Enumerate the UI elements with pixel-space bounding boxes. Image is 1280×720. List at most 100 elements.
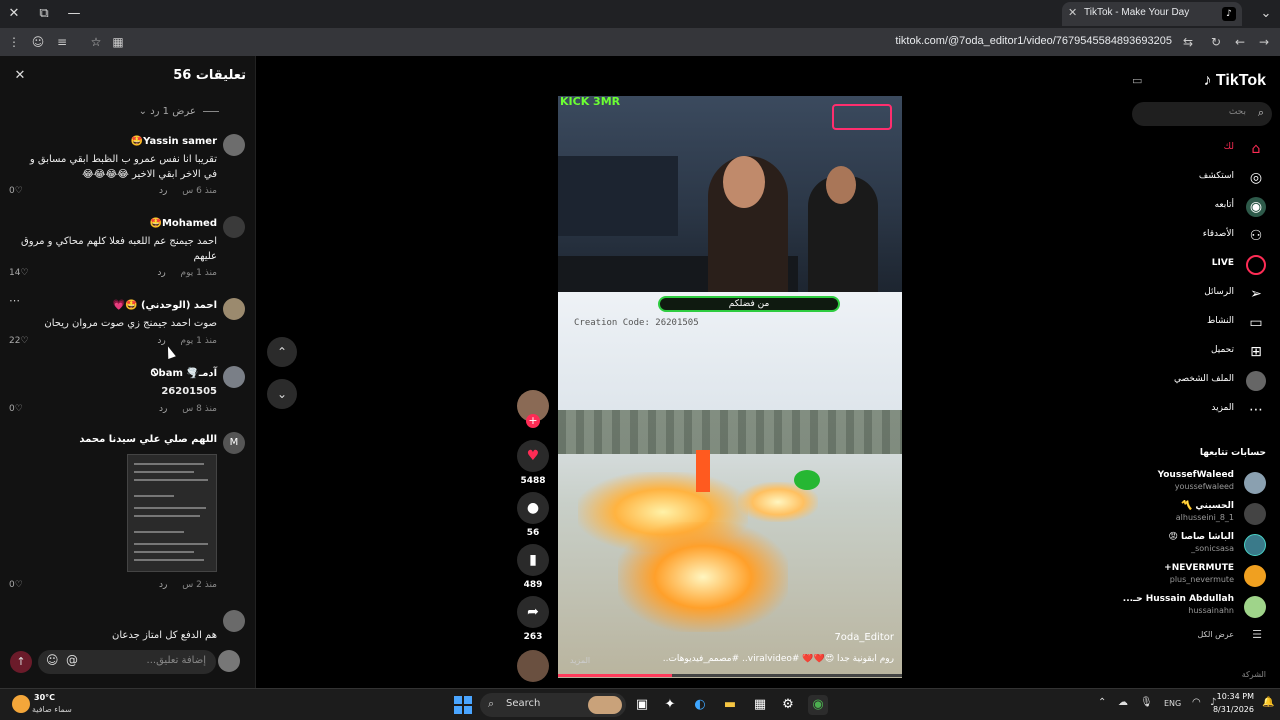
following-account[interactable]: Hussain Abdullah حـ... hussainahn: [1123, 594, 1280, 622]
following-account[interactable]: الباشا صاصا 😡 _sonicsasa: [1124, 532, 1280, 560]
nav-friends[interactable]: الأصدقاء ⚇: [1124, 223, 1280, 249]
comment-username[interactable]: اللهم صلي علي سيدنا محمد: [79, 434, 217, 445]
clock-time[interactable]: 10:34 PM: [1217, 692, 1254, 701]
search-input[interactable]: بحث ⌕: [1132, 102, 1272, 126]
nav-messages[interactable]: الرسائل ➢: [1124, 281, 1280, 307]
reply-button[interactable]: رد: [159, 404, 167, 414]
comment-like-button[interactable]: 14♡: [9, 268, 29, 278]
weather-temperature[interactable]: 30°C: [34, 693, 55, 702]
copilot-icon[interactable]: ✦: [660, 695, 680, 715]
avatar[interactable]: [223, 610, 245, 632]
bookmark-star-icon[interactable]: ☆: [86, 32, 106, 52]
creator-avatar-button[interactable]: +: [514, 390, 552, 428]
reply-button[interactable]: رد: [159, 186, 167, 196]
avatar[interactable]: M: [223, 432, 245, 454]
url-field[interactable]: tiktok.com/@7oda_editor1/video/767954558…: [895, 35, 1172, 47]
like-button[interactable]: ♥ 5488: [514, 440, 552, 486]
tab-search-icon[interactable]: ⧉: [34, 4, 54, 24]
menu-dots-icon[interactable]: ⋮: [4, 32, 24, 52]
comment-username[interactable]: Mohamed🤩: [149, 218, 217, 229]
tiktok-logo[interactable]: ♪ TikTok: [1203, 72, 1266, 90]
nav-following[interactable]: أتابعه ◉: [1124, 194, 1280, 220]
see-all-link[interactable]: عرض الكل: [1197, 630, 1234, 639]
video-author[interactable]: 7oda_Editor: [834, 632, 894, 643]
nav-for-you[interactable]: لك ⌂: [1124, 136, 1280, 162]
previous-video-button[interactable]: ⌃: [267, 337, 297, 367]
edge-icon[interactable]: ◐: [690, 695, 710, 715]
reading-list-icon[interactable]: ≡: [52, 32, 72, 52]
company-link[interactable]: الشركة: [1242, 670, 1266, 679]
caption-more-link[interactable]: المزيد: [570, 656, 590, 665]
more-options-icon[interactable]: ⋯: [9, 294, 20, 307]
reply-button[interactable]: رد: [159, 580, 167, 590]
show-replies-link[interactable]: عرض 1 رد ⌄: [139, 106, 219, 117]
video-player[interactable]: KICK 3MR من فضلكم Creation Code: 2620150…: [558, 96, 902, 678]
nav-activity[interactable]: النشاط ▭: [1124, 310, 1280, 336]
clock-date[interactable]: 8/31/2026: [1213, 705, 1254, 714]
following-account[interactable]: YoussefWaleed youssefwaleed: [1124, 470, 1280, 498]
close-icon[interactable]: ✕: [12, 68, 28, 84]
comment-like-button[interactable]: 0♡: [9, 404, 23, 414]
share-button[interactable]: ➦ 263: [514, 596, 552, 642]
send-comment-button[interactable]: ↑: [10, 651, 32, 673]
avatar[interactable]: [223, 366, 245, 388]
close-tab-icon[interactable]: ✕: [1068, 6, 1077, 19]
comment-like-button[interactable]: 0♡: [9, 186, 23, 196]
comment-username[interactable]: احمد (الوحدني) 🤩💗: [113, 300, 217, 311]
reload-icon[interactable]: ↻: [1206, 32, 1226, 52]
search-icon[interactable]: ⌕: [1258, 106, 1264, 120]
avatar[interactable]: [223, 134, 245, 156]
following-account[interactable]: الحسيني 〽️ alhusseini_8_1: [1124, 501, 1280, 529]
notification-bell-icon[interactable]: 🔔: [1262, 697, 1274, 708]
avatar[interactable]: [223, 298, 245, 320]
sound-disc-button[interactable]: [514, 650, 552, 682]
follow-plus-icon[interactable]: +: [526, 414, 540, 428]
nav-upload[interactable]: تحميل ⊞: [1124, 339, 1280, 365]
comment-username[interactable]: آدمـ🌪️ Ꮻbam: [151, 368, 217, 379]
weather-description[interactable]: سماء صافية: [32, 705, 72, 714]
save-button[interactable]: ▮ 489: [514, 544, 552, 590]
account-icon[interactable]: ☺: [28, 32, 48, 52]
weather-sun-icon[interactable]: [12, 695, 30, 713]
cloud-icon[interactable]: ☁: [1118, 697, 1128, 708]
comment-input[interactable]: ☺ @ إضافة تعليق...: [38, 650, 216, 674]
site-settings-icon[interactable]: ⇆: [1178, 32, 1198, 52]
forward-icon[interactable]: ←: [1230, 32, 1250, 52]
file-explorer-icon[interactable]: ▬: [720, 695, 740, 715]
nav-profile[interactable]: الملف الشخصي: [1124, 368, 1280, 394]
mention-icon[interactable]: @: [66, 653, 78, 667]
minimize-icon[interactable]: —: [64, 4, 84, 24]
tab-tiktok[interactable]: ✕ TikTok - Make Your Day ♪: [1062, 2, 1242, 26]
store-icon[interactable]: ▦: [750, 695, 770, 715]
following-account[interactable]: NEVERMUTE+ plus_nevermute: [1124, 563, 1280, 591]
emoji-icon[interactable]: ☺: [46, 653, 59, 667]
current-user-avatar[interactable]: [218, 650, 240, 672]
nav-live[interactable]: LIVE: [1124, 252, 1280, 278]
comment-like-button[interactable]: 0♡: [9, 580, 23, 590]
nav-more[interactable]: المزيد ⋯: [1124, 397, 1280, 423]
reply-button[interactable]: رد: [157, 268, 165, 278]
language-indicator[interactable]: ENG: [1164, 699, 1181, 708]
avatar[interactable]: [223, 216, 245, 238]
comment-like-button[interactable]: 22♡: [9, 336, 29, 346]
microphone-icon[interactable]: 🎙: [1140, 697, 1153, 708]
reply-button[interactable]: رد: [157, 336, 165, 346]
close-window-icon[interactable]: ✕: [4, 4, 24, 24]
chevron-down-icon[interactable]: ⌄: [1256, 4, 1276, 24]
video-progress-bar[interactable]: [558, 674, 902, 677]
collapse-sidebar-icon[interactable]: ▭: [1132, 74, 1142, 87]
chrome-icon[interactable]: ◉: [808, 695, 828, 715]
wifi-icon[interactable]: ◠: [1192, 697, 1201, 708]
comment-username[interactable]: Yassin samer🤩: [131, 136, 217, 147]
next-video-button[interactable]: ⌄: [267, 379, 297, 409]
comment-button[interactable]: ● 56: [514, 492, 552, 538]
settings-gear-icon[interactable]: ⚙: [778, 695, 798, 715]
nav-explore[interactable]: استكشف ◎: [1124, 165, 1280, 191]
chevron-up-icon[interactable]: ⌃: [1098, 697, 1106, 708]
list-icon[interactable]: ☰: [1252, 628, 1262, 641]
comment-image[interactable]: [127, 454, 217, 572]
taskbar-search[interactable]: ⌕ Search: [480, 693, 626, 717]
start-button[interactable]: [454, 696, 472, 714]
task-view-icon[interactable]: ▣: [632, 695, 652, 715]
extension-icon[interactable]: ▦: [108, 32, 128, 52]
